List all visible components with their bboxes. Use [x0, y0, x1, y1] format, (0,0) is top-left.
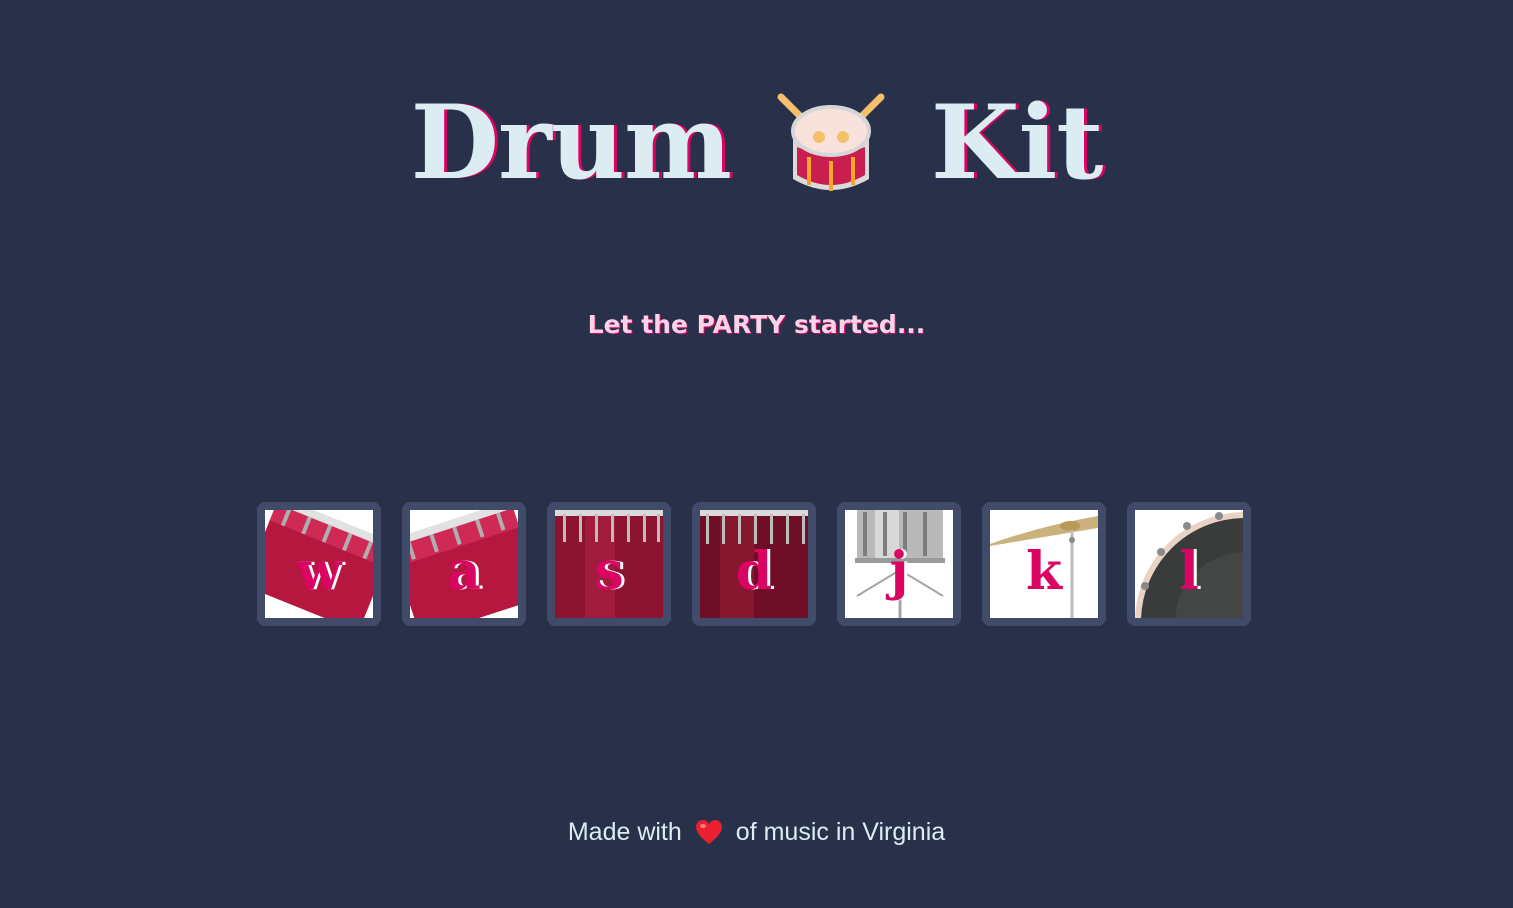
drum-button-w[interactable]: w: [257, 502, 381, 626]
footer-suffix: of music in Virginia: [735, 818, 946, 846]
drum-button-d[interactable]: d: [692, 502, 816, 626]
drum-key-s: s: [594, 541, 624, 602]
drum-button-a[interactable]: a: [402, 502, 526, 626]
footer-prefix: Made with: [567, 818, 682, 846]
drum-key-k: k: [1025, 541, 1063, 602]
drum-key-a: a: [447, 541, 481, 602]
drum-key-l: l: [1179, 541, 1199, 602]
drum-key-j: j: [889, 541, 909, 602]
drum-pad-set: w a s d j k l: [257, 502, 1251, 626]
drum-button-j[interactable]: j: [837, 502, 961, 626]
subtitle: Let the PARTY started...: [587, 310, 926, 339]
footer: Made with of music in Virginia: [0, 814, 1513, 850]
drum-icon: [777, 93, 885, 191]
drum-button-k[interactable]: k: [982, 502, 1106, 626]
heart-icon: [695, 820, 722, 844]
drum-key-d: d: [735, 541, 773, 602]
title-kit-word: Kit: [930, 83, 1104, 203]
drum-button-l[interactable]: l: [1127, 502, 1251, 626]
page-title: Drum Kit: [0, 78, 1513, 208]
drum-button-s[interactable]: s: [547, 502, 671, 626]
drum-key-w: w: [296, 541, 342, 602]
title-drum-word: Drum: [410, 83, 732, 203]
